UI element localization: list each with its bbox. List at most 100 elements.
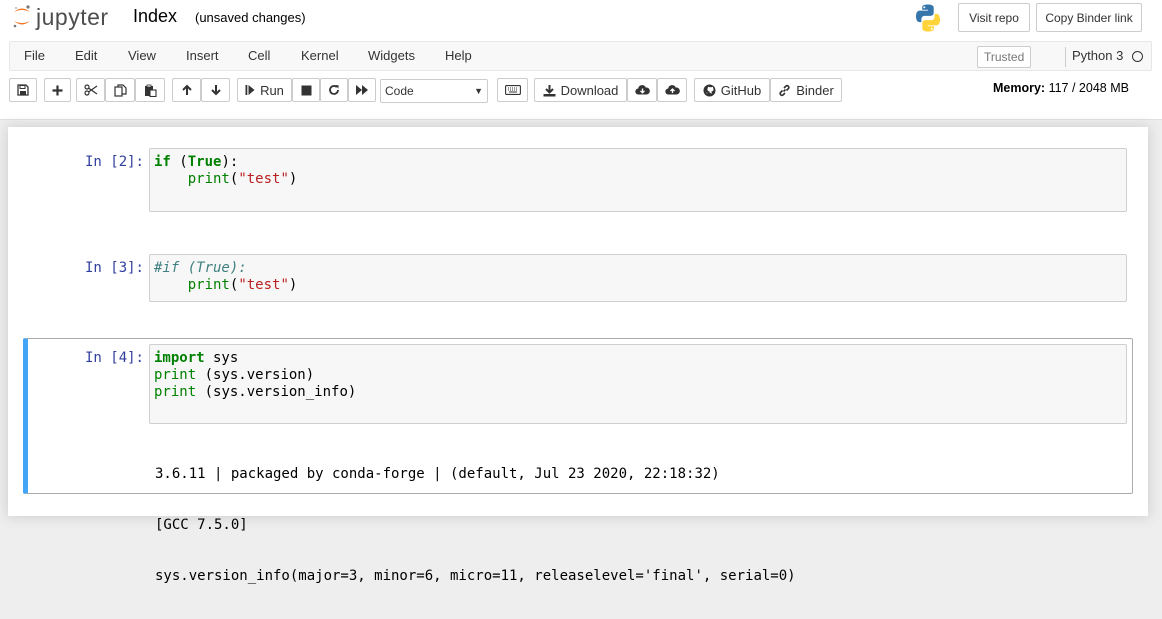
download-button[interactable]: Download xyxy=(534,78,627,102)
cell-type-select[interactable]: Code ▼ xyxy=(380,79,488,103)
code-line: print("test") xyxy=(154,171,1122,188)
kernel-name[interactable]: Python 3 xyxy=(1072,42,1123,70)
cloud-upload-icon xyxy=(664,85,680,95)
move-down-button[interactable] xyxy=(201,78,230,102)
code-token: sys xyxy=(204,350,239,366)
download-icon xyxy=(543,84,556,96)
insert-cell-button[interactable] xyxy=(44,78,71,102)
code-token: import xyxy=(154,350,205,366)
cloud-upload-button[interactable] xyxy=(657,78,687,102)
menu-file[interactable]: File xyxy=(24,42,45,70)
paste-icon xyxy=(144,84,157,97)
github-button[interactable]: GitHub xyxy=(694,78,770,102)
jupyter-logo[interactable]: jupyter xyxy=(12,4,109,30)
restart-button[interactable] xyxy=(320,78,348,102)
code-token: print xyxy=(187,277,230,293)
code-token: print xyxy=(154,384,197,400)
code-line: print (sys.version) xyxy=(154,367,1122,384)
menu-widgets[interactable]: Widgets xyxy=(368,42,415,70)
code-token: print xyxy=(187,171,230,187)
stop-icon xyxy=(301,85,311,95)
plus-icon xyxy=(52,85,63,95)
menu-edit[interactable]: Edit xyxy=(75,42,97,70)
scissors-icon xyxy=(83,84,97,96)
cell-prompt: In [4]: xyxy=(84,350,144,366)
keyboard-icon xyxy=(504,85,521,95)
code-token: if xyxy=(154,154,171,170)
memory-label: Memory: xyxy=(993,81,1046,95)
menu-kernel[interactable]: Kernel xyxy=(301,42,339,70)
dropdown-arrow-icon: ▼ xyxy=(474,86,483,96)
binder-button-label: Binder xyxy=(796,82,834,98)
copy-button[interactable] xyxy=(105,78,135,102)
jupyter-logo-text: jupyter xyxy=(36,3,109,30)
kernel-divider xyxy=(1065,47,1066,67)
code-cell-input[interactable]: #if (True): print("test") xyxy=(149,254,1127,302)
code-cell-input[interactable]: if (True): print("test") xyxy=(149,148,1127,212)
code-token: ) xyxy=(288,171,298,187)
header: jupyter Index (unsaved changes) Visit re… xyxy=(0,0,1162,120)
memory-value: 117 / 2048 MB xyxy=(1048,81,1129,95)
run-button-label: Run xyxy=(260,82,284,98)
arrow-down-icon xyxy=(210,85,221,96)
copy-binder-link-button[interactable]: Copy Binder link xyxy=(1036,3,1142,32)
download-button-label: Download xyxy=(560,82,619,98)
cell-prompt: In [2]: xyxy=(84,154,144,170)
menu-insert[interactable]: Insert xyxy=(186,42,219,70)
code-token: (sys.version) xyxy=(196,367,315,383)
save-status: (unsaved changes) xyxy=(195,10,306,25)
code-token: ): xyxy=(221,154,239,170)
code-token: #if (True): xyxy=(154,260,247,276)
code-token: ) xyxy=(288,277,298,293)
code-token: "test" xyxy=(238,171,289,187)
cloud-download-button[interactable] xyxy=(627,78,657,102)
menu-view[interactable]: View xyxy=(128,42,156,70)
save-icon xyxy=(17,84,29,96)
python-logo-icon xyxy=(913,3,943,38)
code-line: import sys xyxy=(154,350,1122,367)
run-button[interactable]: Run xyxy=(237,78,292,102)
output-line: 3.6.11 | packaged by conda-forge | (defa… xyxy=(155,466,720,482)
code-token: print xyxy=(154,367,197,383)
code-token: (sys.version_info) xyxy=(196,384,357,400)
output-line: [GCC 7.5.0] xyxy=(155,517,248,533)
memory-usage: Memory: 117 / 2048 MB xyxy=(993,81,1129,95)
fast-forward-icon xyxy=(356,85,368,95)
code-line: print (sys.version_info) xyxy=(154,384,1122,401)
move-up-button[interactable] xyxy=(172,78,201,102)
cell-type-value: Code xyxy=(385,84,414,98)
link-icon xyxy=(779,84,790,96)
menu-help[interactable]: Help xyxy=(445,42,472,70)
jupyter-logo-icon xyxy=(13,5,30,28)
code-token: True xyxy=(187,154,222,170)
restart-run-all-button[interactable] xyxy=(348,78,376,102)
code-cell-input[interactable]: import sys print (sys.version) print (sy… xyxy=(149,344,1127,424)
kernel-idle-icon xyxy=(1132,51,1143,62)
visit-repo-button[interactable]: Visit repo xyxy=(958,3,1030,32)
cut-button[interactable] xyxy=(76,78,105,102)
cloud-download-icon xyxy=(634,85,650,95)
step-forward-icon xyxy=(245,85,255,95)
cell-prompt: In [3]: xyxy=(84,260,144,276)
binder-button[interactable]: Binder xyxy=(770,78,842,102)
arrow-up-icon xyxy=(181,84,192,95)
restart-icon xyxy=(329,85,339,95)
code-line: print("test") xyxy=(154,277,1122,294)
output-line: sys.version_info(major=3, minor=6, micro… xyxy=(155,568,796,584)
trusted-indicator[interactable]: Trusted xyxy=(977,46,1032,68)
notebook-container: In [2]: if (True): print("test") test In… xyxy=(8,127,1148,584)
interrupt-button[interactable] xyxy=(292,78,320,102)
menubar: File Edit View Insert Cell Kernel Widget… xyxy=(9,41,1152,71)
code-line: if (True): xyxy=(154,154,1122,171)
code-line: #if (True): xyxy=(154,260,1122,277)
github-icon xyxy=(703,84,716,96)
copy-icon xyxy=(113,83,127,97)
notebook-name[interactable]: Index xyxy=(133,6,177,27)
save-button[interactable] xyxy=(9,78,37,102)
paste-button[interactable] xyxy=(135,78,165,102)
menu-cell[interactable]: Cell xyxy=(248,42,270,70)
github-button-label: GitHub xyxy=(720,82,762,98)
command-palette-button[interactable] xyxy=(497,78,528,102)
